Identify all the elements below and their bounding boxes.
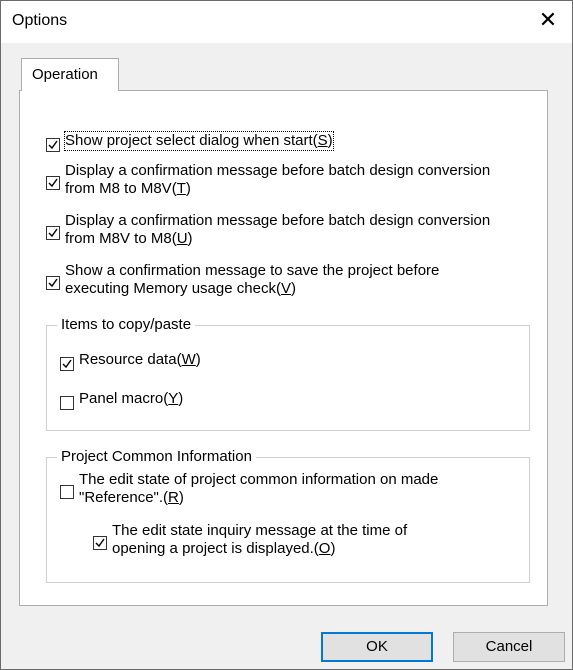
checkmark-icon (48, 278, 58, 288)
panel-macro-option[interactable]: Panel macro(Y) (60, 390, 183, 410)
ok-button[interactable]: OK (321, 632, 433, 662)
close-icon[interactable]: ✕ (538, 10, 558, 32)
show-project-select-checkbox[interactable] (46, 138, 60, 152)
tab-operation-label: Operation (32, 66, 98, 83)
checkmark-icon (48, 178, 58, 188)
copy-paste-group: Items to copy/paste Resource data(W) Pan… (46, 316, 530, 431)
edit-state-reference-checkbox[interactable] (60, 485, 74, 499)
checkmark-icon (48, 228, 58, 238)
confirm-m8v-to-m8-option[interactable]: Display a confirmation message before ba… (46, 212, 490, 248)
title-bar[interactable]: Options ✕ (1, 1, 572, 43)
options-dialog: Options ✕ Operation Show project select … (0, 0, 573, 670)
cancel-button[interactable]: Cancel (453, 632, 565, 662)
checkmark-icon (62, 359, 72, 369)
checkmark-icon (48, 140, 58, 150)
show-project-select-option[interactable]: Show project select dialog when start(S) (46, 131, 334, 152)
dialog-title: Options (12, 12, 68, 29)
operation-panel: Show project select dialog when start(S)… (19, 90, 548, 606)
tab-operation[interactable]: Operation (21, 58, 119, 91)
edit-state-inquiry-checkbox[interactable] (93, 536, 107, 550)
resource-data-checkbox[interactable] (60, 357, 74, 371)
show-project-select-label: Show project select dialog when start(S) (64, 131, 334, 151)
resource-data-label: Resource data(W) (79, 351, 201, 368)
confirm-m8-to-m8v-label: Display a confirmation message before ba… (65, 162, 491, 197)
confirm-m8v-to-m8-label: Display a confirmation message before ba… (65, 212, 491, 247)
project-common-info-group: Project Common Information The edit stat… (46, 448, 530, 583)
project-common-info-group-title: Project Common Information (57, 448, 256, 466)
panel-macro-checkbox[interactable] (60, 396, 74, 410)
confirm-save-checkbox[interactable] (46, 276, 60, 290)
panel-macro-label: Panel macro(Y) (79, 390, 184, 407)
confirm-m8-to-m8v-checkbox[interactable] (46, 176, 60, 190)
confirm-save-option[interactable]: Show a confirmation message to save the … (46, 262, 439, 298)
resource-data-option[interactable]: Resource data(W) (60, 351, 201, 371)
copy-paste-group-title: Items to copy/paste (57, 316, 196, 334)
checkmark-icon (95, 538, 105, 548)
edit-state-reference-label: The edit state of project common informa… (79, 471, 439, 506)
edit-state-inquiry-option[interactable]: The edit state inquiry message at the ti… (93, 522, 407, 558)
edit-state-reference-option[interactable]: The edit state of project common informa… (60, 471, 438, 507)
confirm-m8-to-m8v-option[interactable]: Display a confirmation message before ba… (46, 162, 490, 198)
confirm-m8v-to-m8-checkbox[interactable] (46, 226, 60, 240)
confirm-save-label: Show a confirmation message to save the … (65, 262, 440, 297)
edit-state-inquiry-label: The edit state inquiry message at the ti… (112, 522, 408, 557)
